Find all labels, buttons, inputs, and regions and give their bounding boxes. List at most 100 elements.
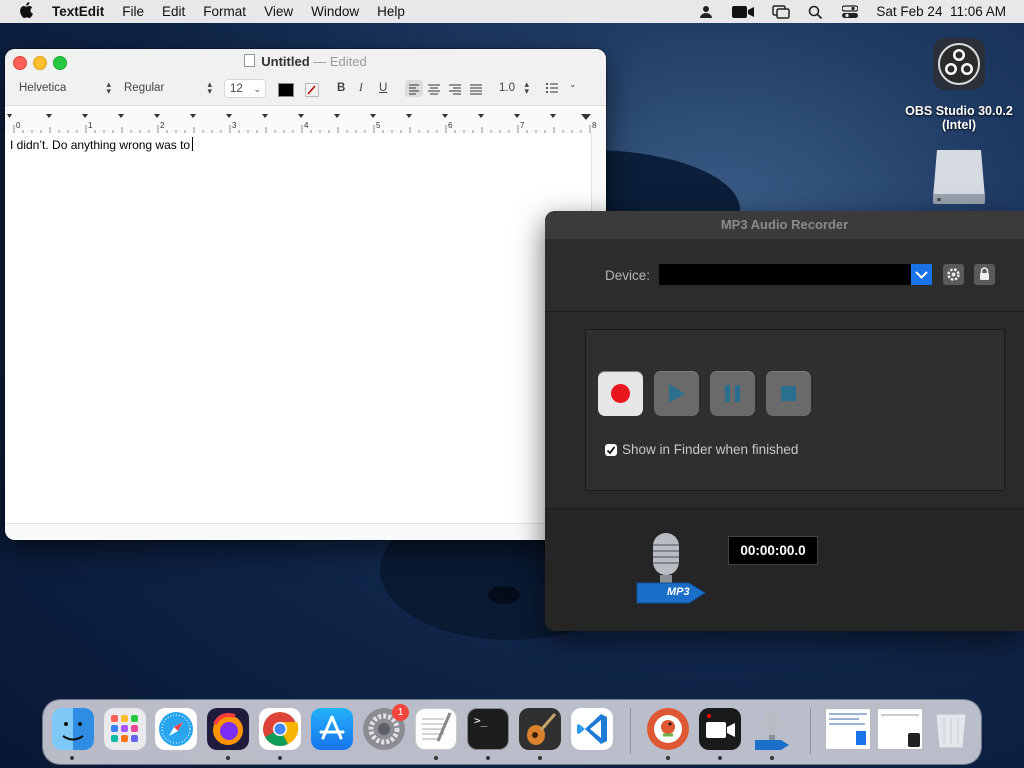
obs-studio-label-sub: (Intel)	[941, 118, 977, 132]
status-area: MP3 00:00:00.0	[545, 508, 1024, 631]
menu-help[interactable]: Help	[368, 4, 414, 19]
tab-stop-marker[interactable]	[226, 114, 232, 118]
people-icon[interactable]	[698, 5, 714, 19]
horizontal-scrollbar[interactable]	[5, 523, 606, 540]
tab-stop-marker[interactable]	[370, 114, 376, 118]
tab-stop-marker[interactable]	[190, 114, 196, 118]
running-indicator	[434, 756, 438, 760]
tab-stop-marker[interactable]	[478, 114, 484, 118]
underline-button[interactable]: U	[379, 82, 387, 94]
dock-vscode[interactable]	[571, 708, 613, 750]
dock-chrome[interactable]	[259, 708, 301, 750]
menu-app-name[interactable]: TextEdit	[52, 4, 113, 19]
text-color-swatch[interactable]	[278, 83, 294, 97]
gear-icon[interactable]	[943, 264, 964, 285]
chrome-icon	[263, 712, 299, 746]
dock-trash[interactable]	[930, 708, 972, 750]
play-button[interactable]	[654, 371, 699, 416]
list-bullets-icon[interactable]: ⌄	[545, 79, 577, 98]
menu-window[interactable]: Window	[302, 4, 368, 19]
running-indicator	[718, 756, 722, 760]
justify-icon[interactable]	[469, 80, 483, 100]
device-select[interactable]	[659, 264, 932, 285]
menu-format[interactable]: Format	[194, 4, 255, 19]
dock-separator	[630, 708, 631, 754]
bold-button[interactable]: B	[337, 82, 345, 94]
font-style-select[interactable]: Regular ▴ ▾	[124, 80, 212, 96]
tab-stop-marker[interactable]	[334, 114, 340, 118]
tab-stop-marker[interactable]	[406, 114, 412, 118]
align-center-icon[interactable]	[427, 80, 441, 100]
dock-duckduckgo[interactable]	[647, 708, 689, 750]
mp3-window-title[interactable]: MP3 Audio Recorder	[545, 211, 1024, 239]
dock-textedit[interactable]	[415, 708, 457, 750]
tab-stop-marker[interactable]	[82, 114, 88, 118]
ruler-number: 6	[448, 121, 453, 130]
tab-stop-marker[interactable]	[298, 114, 304, 118]
dock-terminal[interactable]: >_	[467, 708, 509, 750]
italic-button[interactable]: I	[359, 82, 363, 94]
dock-launchpad[interactable]	[104, 708, 146, 750]
obs-studio-icon	[933, 38, 985, 90]
tab-stop-marker[interactable]	[550, 114, 556, 118]
tab-stop-marker[interactable]	[118, 114, 124, 118]
dock-app-store[interactable]	[311, 708, 353, 750]
dock: 1 >_	[43, 700, 981, 764]
lock-icon[interactable]	[974, 264, 995, 285]
stop-icon	[781, 386, 796, 401]
menu-edit[interactable]: Edit	[153, 4, 194, 19]
dock-safari[interactable]	[155, 708, 197, 750]
highlight-color-icon[interactable]	[305, 83, 319, 97]
dock-finder[interactable]	[52, 708, 94, 750]
dock-recent-document[interactable]	[825, 708, 871, 750]
window-title: Untitled — Edited	[5, 54, 606, 69]
dock-firefox[interactable]	[207, 708, 249, 750]
dock-screen-recorder[interactable]	[699, 708, 741, 750]
vscode-icon	[577, 714, 607, 744]
desktop-disk-drive[interactable]	[928, 148, 990, 211]
ruler-number: 7	[520, 121, 525, 130]
tab-stop-marker[interactable]	[154, 114, 160, 118]
tab-stop-marker[interactable]	[514, 114, 520, 118]
align-right-icon[interactable]	[448, 80, 462, 100]
video-camera-icon[interactable]	[732, 5, 755, 19]
record-button[interactable]	[598, 371, 643, 416]
textedit-titlebar[interactable]: Untitled — Edited	[5, 49, 606, 75]
edited-status: — Edited	[313, 54, 367, 69]
menu-file[interactable]: File	[113, 4, 153, 19]
running-indicator	[538, 756, 542, 760]
document-icon	[244, 54, 256, 67]
finder-icon	[62, 722, 84, 741]
tab-stop-marker[interactable]	[442, 114, 448, 118]
tab-stop-marker[interactable]	[262, 114, 268, 118]
show-in-finder-option[interactable]: Show in Finder when finished	[605, 442, 798, 457]
font-family-value: Helvetica	[19, 82, 67, 94]
pause-button[interactable]	[710, 371, 755, 416]
dock-system-settings[interactable]: 1	[363, 704, 409, 750]
document-text[interactable]: I didn’t. Do anything wrong was to	[10, 137, 194, 152]
spotlight-search-icon[interactable]	[808, 5, 824, 19]
dock-recent-file[interactable]	[877, 708, 923, 750]
dock-mp3-recorder[interactable]	[751, 708, 793, 750]
font-family-select[interactable]: Helvetica ▴ ▾	[19, 80, 111, 96]
duckduckgo-icon	[654, 715, 682, 743]
control-center-icon[interactable]	[841, 4, 860, 19]
ruler-number: 4	[304, 121, 309, 130]
menu-clock[interactable]: Sat Feb 24 11:06 AM	[876, 4, 1006, 19]
document-body[interactable]: I didn’t. Do anything wrong was to	[5, 133, 592, 524]
dock-garageband[interactable]	[519, 708, 561, 750]
line-spacing-select[interactable]: 1.0 ▴ ▾	[499, 80, 529, 96]
desktop-obs-studio[interactable]: OBS Studio 30.0.2 (Intel)	[895, 38, 1023, 132]
tab-stop-marker[interactable]	[46, 114, 52, 118]
stop-button[interactable]	[766, 371, 811, 416]
running-indicator	[486, 756, 490, 760]
apple-menu-icon[interactable]	[0, 1, 52, 22]
show-in-finder-checkbox[interactable]	[605, 443, 617, 456]
menu-view[interactable]: View	[255, 4, 302, 19]
font-size-combo[interactable]: 12 ⌄	[224, 79, 266, 98]
mp3-recorder-window: MP3 Audio Recorder Device: Show in Finde…	[545, 211, 1024, 631]
pause-icon	[725, 385, 740, 402]
screen-mirroring-icon[interactable]	[772, 4, 791, 19]
align-left-icon[interactable]	[405, 80, 423, 97]
ruler[interactable]: 0 1 2 3 4 5 6 7 8	[5, 106, 606, 134]
